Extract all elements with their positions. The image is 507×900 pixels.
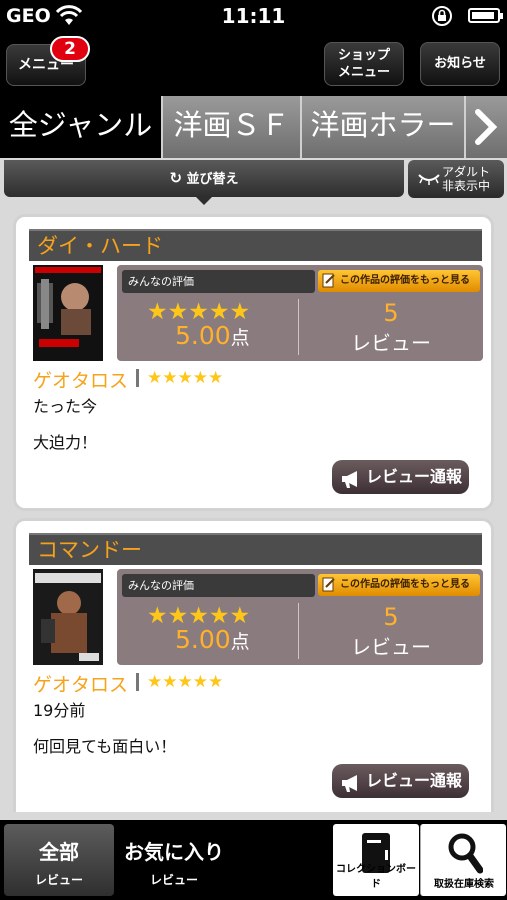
more-ratings-button[interactable]: この作品の評価をもっと見る	[318, 270, 480, 292]
shop-menu-label-2: メニュー	[337, 65, 390, 80]
review-card: ダイ・ハード みんなの評価 この作品の評価をもっと見る ★★★★★ 5.00点 …	[13, 214, 494, 511]
news-button[interactable]: お知らせ	[420, 42, 500, 86]
news-label: お知らせ	[434, 56, 486, 71]
bottom-tab-bar: 全部 レビュー お気に入り レビュー コレクションボード 取扱在庫検索	[0, 820, 507, 900]
rating-summary: みんなの評価 この作品の評価をもっと見る ★★★★★ 5.00点 5 レビュー	[117, 569, 483, 665]
review-count: 5	[383, 603, 399, 631]
average-score: 5.00点	[175, 321, 250, 350]
chevron-right-icon	[475, 109, 498, 145]
stock-search-button[interactable]: 取扱在庫検索	[420, 824, 506, 896]
reviewer-stars: ★★★★★	[147, 672, 224, 692]
review-count-label: レビュー	[351, 331, 431, 355]
genre-tabs: 全ジャンル 洋画ＳＦ 洋画ホラー	[0, 96, 507, 158]
sort-bar: ↻ 並び替え アダルト 非表示中	[0, 158, 507, 206]
review-time: たった今	[33, 397, 98, 416]
magnifier-icon	[447, 832, 484, 878]
more-ratings-button[interactable]: この作品の評価をもっと見る	[318, 574, 480, 596]
tab-western-sf[interactable]: 洋画ＳＦ	[163, 96, 302, 158]
sort-label: 並び替え	[186, 172, 239, 187]
battery-icon	[468, 8, 503, 23]
rating-label: みんなの評価	[122, 270, 315, 293]
notification-badge: 2	[50, 36, 90, 62]
review-comment: 大迫力！	[33, 433, 98, 452]
tabs-next-button[interactable]	[466, 96, 507, 158]
reviewer-row: ゲオタロス ★★★★★	[33, 670, 224, 697]
movie-poster[interactable]	[33, 569, 103, 665]
adult-label-2: 非表示中	[442, 179, 491, 193]
report-review-button[interactable]: レビュー通報	[332, 460, 469, 494]
score-unit: 点	[230, 327, 250, 349]
separator	[136, 369, 140, 387]
fav-reviews-label-1: お気に入り	[124, 840, 224, 864]
reviewer-name[interactable]: ゲオタロス	[33, 670, 128, 697]
shop-menu-button[interactable]: ショップ メニュー	[324, 42, 404, 86]
collection-board-button[interactable]: コレクションボード	[333, 824, 419, 896]
review-card: コマンドー みんなの評価 この作品の評価をもっと見る ★★★★★ 5.00点 5…	[13, 518, 494, 812]
fav-reviews-label-2: レビュー	[149, 873, 198, 887]
app-header: メニュー 2 ショップ メニュー お知らせ	[0, 32, 507, 96]
all-reviews-label-2: レビュー	[34, 873, 83, 887]
stock-search-label: 取扱在庫検索	[434, 879, 494, 890]
report-label: レビュー通報	[366, 771, 463, 790]
reviewer-name[interactable]: ゲオタロス	[33, 366, 128, 393]
edit-icon	[322, 577, 336, 601]
adult-toggle-button[interactable]: アダルト 非表示中	[408, 160, 504, 198]
status-bar: GEO 11:11	[0, 0, 507, 32]
edit-icon	[322, 273, 336, 297]
shop-menu-label-1: ショップ	[337, 48, 390, 63]
review-time: 19分前	[33, 701, 86, 720]
tab-western-horror[interactable]: 洋画ホラー	[302, 96, 466, 158]
average-score: 5.00点	[175, 625, 250, 654]
megaphone-icon	[340, 467, 362, 501]
reviewer-row: ゲオタロス ★★★★★	[33, 366, 224, 393]
reviewer-stars: ★★★★★	[147, 368, 224, 388]
megaphone-icon	[340, 771, 362, 805]
collection-board-label: コレクションボード	[336, 864, 416, 890]
tab-favorite-reviews[interactable]: お気に入り レビュー	[114, 824, 234, 896]
sort-button[interactable]: ↻ 並び替え	[4, 160, 404, 197]
rating-summary: みんなの評価 この作品の評価をもっと見る ★★★★★ 5.00点 5 レビュー	[117, 265, 483, 361]
separator	[136, 673, 140, 691]
average-score-value: 5.00	[175, 321, 231, 350]
more-ratings-label: この作品の評価をもっと見る	[340, 275, 470, 286]
rotation-lock-icon	[430, 4, 454, 32]
adult-label-1: アダルト	[442, 165, 491, 179]
report-review-button[interactable]: レビュー通報	[332, 764, 469, 798]
report-label: レビュー通報	[366, 467, 463, 486]
movie-poster[interactable]	[33, 265, 103, 361]
rating-label: みんなの評価	[122, 574, 315, 597]
average-score-value: 5.00	[175, 625, 231, 654]
all-reviews-label-1: 全部	[39, 840, 79, 864]
refresh-icon: ↻	[169, 169, 183, 187]
closed-eye-icon	[418, 173, 440, 188]
review-count: 5	[383, 299, 399, 327]
more-ratings-label: この作品の評価をもっと見る	[340, 579, 470, 590]
tab-all-reviews[interactable]: 全部 レビュー	[4, 824, 114, 896]
movie-title[interactable]: コマンドー	[29, 533, 482, 565]
tab-all-genres[interactable]: 全ジャンル	[0, 96, 163, 158]
sort-pointer	[196, 197, 212, 205]
review-count-label: レビュー	[351, 635, 431, 659]
review-comment: 何回見ても面白い！	[33, 737, 177, 756]
score-unit: 点	[230, 631, 250, 653]
movie-title[interactable]: ダイ・ハード	[29, 229, 482, 261]
